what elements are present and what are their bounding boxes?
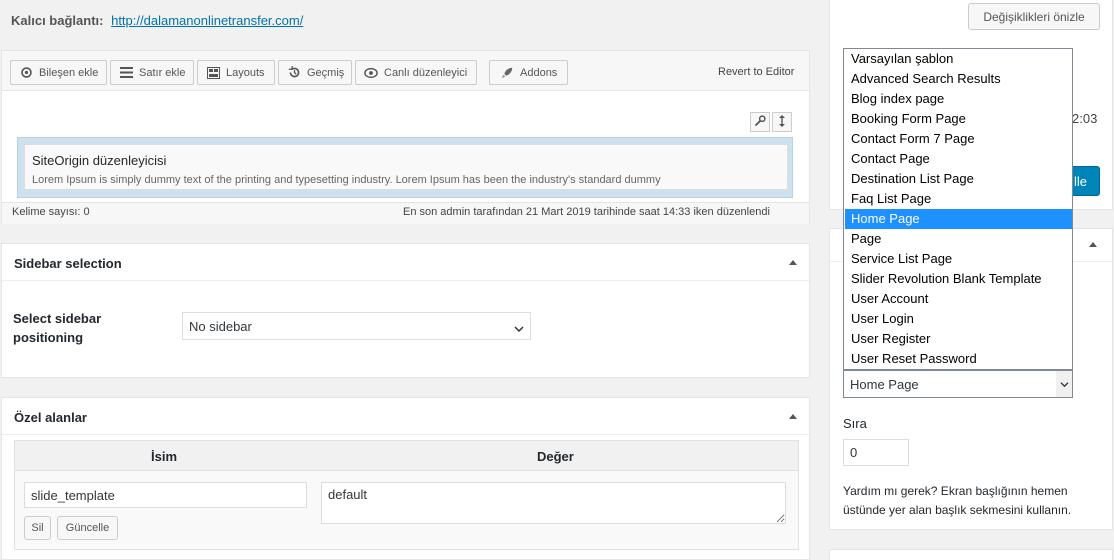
- template-option[interactable]: Slider Revolution Blank Template: [845, 269, 1072, 289]
- live-editor-label: Canlı düzenleyici: [384, 66, 468, 79]
- chevron-down-icon: [514, 321, 524, 336]
- permalink-label: Kalıcı bağlantı:: [11, 13, 104, 28]
- template-option[interactable]: Page: [845, 229, 1072, 249]
- column-value-header: Değer: [537, 449, 574, 464]
- template-option[interactable]: User Reset Password: [845, 349, 1072, 369]
- collapse-arrow-icon[interactable]: [789, 260, 797, 265]
- table-header: İsim Değer: [15, 441, 798, 471]
- chevron-down-icon: [1056, 371, 1072, 397]
- template-option[interactable]: Destination List Page: [845, 169, 1072, 189]
- widget-title: SiteOrigin düzenleyicisi: [32, 153, 167, 168]
- template-select-value: Home Page: [850, 376, 919, 392]
- eye-icon: [364, 66, 378, 80]
- addons-button[interactable]: Addons: [489, 60, 568, 85]
- history-label: Geçmiş: [307, 66, 345, 79]
- preview-changes-button[interactable]: Değişiklikleri önizle: [968, 3, 1100, 30]
- sidebar-position-label: Select sidebar positioning: [13, 311, 102, 345]
- add-row-label: Satır ekle: [139, 66, 186, 79]
- revert-to-editor-link[interactable]: Revert to Editor: [718, 66, 794, 78]
- layouts-label: Layouts: [226, 66, 265, 79]
- add-widget-button[interactable]: Bileşen ekle: [10, 60, 107, 85]
- order-input[interactable]: [843, 439, 909, 466]
- history-icon: [287, 66, 301, 80]
- layout-icon: [206, 66, 220, 80]
- help-text: Yardım mı gerek? Ekran başlığının hemen …: [843, 484, 1072, 517]
- sidebar-selection-panel: Sidebar selection Select sidebar positio…: [1, 243, 810, 378]
- word-count: Kelime sayısı: 0: [12, 206, 90, 218]
- wrench-icon: [754, 114, 766, 130]
- update-button[interactable]: Güncelle: [57, 516, 118, 540]
- builder-widget[interactable]: SiteOrigin düzenleyicisi Lorem Ipsum is …: [24, 144, 788, 190]
- addons-label: Addons: [520, 66, 558, 79]
- custom-fields-title[interactable]: Özel alanlar: [2, 398, 809, 435]
- collapse-arrow-icon[interactable]: [1089, 242, 1097, 247]
- column-name-header: İsim: [151, 449, 178, 464]
- sidebar-selection-title[interactable]: Sidebar selection: [2, 244, 809, 281]
- custom-field-value-textarea[interactable]: default: [321, 482, 786, 524]
- publish-time-partial: 2:03: [1072, 111, 1098, 126]
- template-option[interactable]: Blog index page: [845, 89, 1072, 109]
- order-label: Sıra: [843, 416, 867, 431]
- layouts-button[interactable]: Layouts: [197, 60, 275, 85]
- template-dropdown-list: Varsayılan şablon Advanced Search Results…: [843, 48, 1073, 370]
- template-option[interactable]: Advanced Search Results: [845, 69, 1072, 89]
- template-option[interactable]: Faq List Page: [845, 189, 1072, 209]
- template-option[interactable]: Service List Page: [845, 249, 1072, 269]
- template-option[interactable]: Contact Page: [845, 149, 1072, 169]
- update-primary-label: lle: [1073, 173, 1087, 189]
- sidebar-position-select[interactable]: No sidebar: [182, 312, 531, 340]
- template-option[interactable]: User Register: [845, 329, 1072, 349]
- add-row-button[interactable]: Satır ekle: [110, 60, 194, 85]
- custom-fields-panel: Özel alanlar İsim Değer default Sil Günc…: [1, 397, 810, 560]
- template-option[interactable]: User Login: [845, 309, 1072, 329]
- permalink-link[interactable]: http://dalamanonlinetransfer.com/: [111, 13, 303, 28]
- move-icon: [778, 114, 786, 130]
- template-option[interactable]: Home Page: [845, 209, 1072, 229]
- live-editor-button[interactable]: Canlı düzenleyici: [355, 60, 477, 85]
- row-move-button[interactable]: [772, 112, 792, 132]
- delete-button[interactable]: Sil: [24, 516, 51, 540]
- history-button[interactable]: Geçmiş: [278, 60, 352, 85]
- next-panel: [829, 549, 1113, 560]
- collapse-arrow-icon[interactable]: [789, 414, 797, 419]
- rocket-icon: [500, 66, 514, 80]
- template-option[interactable]: Contact Form 7 Page: [845, 129, 1072, 149]
- add-widget-label: Bileşen ekle: [39, 66, 99, 79]
- template-select[interactable]: Home Page: [843, 370, 1073, 398]
- template-option[interactable]: Varsayılan şablon: [845, 49, 1072, 69]
- widget-excerpt: Lorem Ipsum is simply dummy text of the …: [32, 174, 661, 186]
- sidebar-position-value: No sidebar: [189, 318, 252, 334]
- row-settings-button[interactable]: [750, 112, 770, 132]
- last-edited: En son admin tarafından 21 Mart 2019 tar…: [403, 206, 770, 218]
- menu-icon: [119, 66, 133, 80]
- permalink-row: Kalıcı bağlantı: http://dalamanonlinetra…: [11, 13, 303, 28]
- template-option[interactable]: Booking Form Page: [845, 109, 1072, 129]
- template-option[interactable]: User Account: [845, 289, 1072, 309]
- custom-field-name-input[interactable]: [24, 482, 307, 508]
- gear-icon: [19, 66, 33, 80]
